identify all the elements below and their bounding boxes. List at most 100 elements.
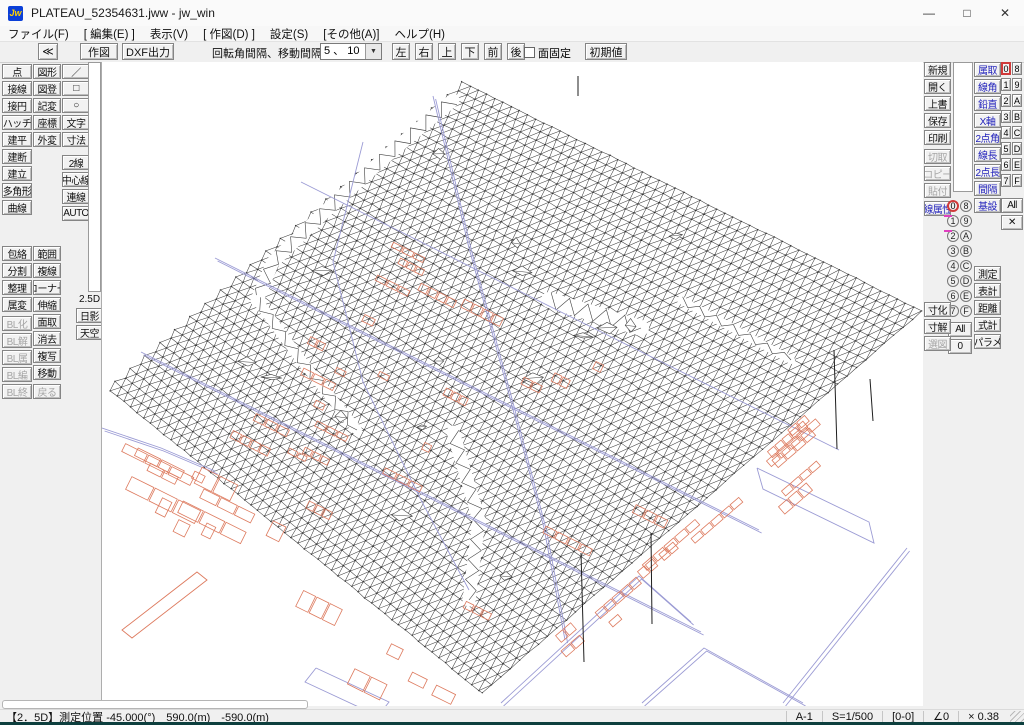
layer-button-E[interactable]: E <box>960 290 972 302</box>
layer-group-button-B[interactable]: B <box>1012 110 1022 123</box>
layer-button-3[interactable]: 3 <box>947 245 959 257</box>
command-button[interactable]: 外変 <box>33 132 61 147</box>
collapse-button[interactable]: ≪ <box>38 43 58 60</box>
command-button[interactable]: ○ <box>62 98 90 113</box>
command-button[interactable]: 連線 <box>62 189 90 204</box>
command-button[interactable]: 接円 <box>2 98 32 113</box>
measure-tool-button[interactable]: 鉛直 <box>974 96 1001 111</box>
shading-button[interactable]: 日影 <box>76 308 103 323</box>
command-button[interactable]: コーナー <box>33 280 61 295</box>
layer-group-button-3[interactable]: 3 <box>1001 110 1011 123</box>
command-button[interactable]: 伸縮 <box>33 297 61 312</box>
layer-button-0[interactable]: 0 <box>947 200 959 212</box>
command-button[interactable]: ／ <box>62 64 90 79</box>
layer-button-D[interactable]: D <box>960 275 972 287</box>
measure-tool-button[interactable]: 2点長 <box>974 164 1001 179</box>
dimension-button[interactable]: 寸解 <box>924 319 951 334</box>
layer-button-F[interactable]: F <box>960 305 972 317</box>
command-button[interactable]: 範囲 <box>33 246 61 261</box>
command-button[interactable]: 図形 <box>33 64 61 79</box>
drawing-canvas[interactable] <box>101 62 922 706</box>
file-button[interactable]: 上書 <box>924 96 951 111</box>
calc-button[interactable]: パラメ <box>974 334 1001 349</box>
dimension-button[interactable]: 寸化 <box>924 302 951 317</box>
calc-button[interactable]: 表計 <box>974 283 1001 298</box>
layer-button-5[interactable]: 5 <box>947 275 959 287</box>
layer-button-8[interactable]: 8 <box>960 200 972 212</box>
right-scroll-strip[interactable] <box>953 62 973 192</box>
layer-button-B[interactable]: B <box>960 245 972 257</box>
layer-indicator[interactable]: [0-0] <box>882 711 923 723</box>
layer-all-button[interactable]: All <box>948 322 972 337</box>
command-button[interactable]: 移動 <box>33 365 61 380</box>
file-button[interactable]: 印刷 <box>924 130 951 145</box>
layer-button-6[interactable]: 6 <box>947 290 959 302</box>
command-button[interactable]: 建立 <box>2 166 32 181</box>
layer-group-button-0[interactable]: 0 <box>1001 62 1011 75</box>
layer-group-button-A[interactable]: A <box>1012 94 1022 107</box>
layer-button-A[interactable]: A <box>960 230 972 242</box>
resize-grip[interactable] <box>1010 711 1024 723</box>
face-fix-checkbox[interactable] <box>524 47 535 58</box>
maximize-button[interactable]: □ <box>948 0 986 26</box>
command-button[interactable]: 面取 <box>33 314 61 329</box>
layer-group-button-9[interactable]: 9 <box>1012 78 1022 91</box>
left-scroll-strip[interactable] <box>88 62 101 292</box>
command-button[interactable]: 寸法 <box>62 132 90 147</box>
measure-tool-button[interactable]: 線長 <box>974 147 1001 162</box>
measure-tool-button[interactable]: 線角 <box>974 79 1001 94</box>
shading-button[interactable]: 天空 <box>76 325 103 340</box>
close-button[interactable]: ✕ <box>986 0 1024 26</box>
layer-button-C[interactable]: C <box>960 260 972 272</box>
minimize-button[interactable]: — <box>910 0 948 26</box>
initial-value-button[interactable]: 初期値 <box>585 43 627 60</box>
command-button[interactable]: 曲線 <box>2 200 32 215</box>
menu-item[interactable]: [ 編集(E) ] <box>84 26 135 42</box>
layer-group-button-5[interactable]: 5 <box>1001 142 1011 155</box>
interval-select[interactable]: 5 、 10 ▼ <box>320 43 382 60</box>
layer-group-button-E[interactable]: E <box>1012 158 1022 171</box>
layer-group-close-button[interactable]: ✕ <box>1001 215 1023 230</box>
chevron-down-icon[interactable]: ▼ <box>365 44 381 59</box>
layer-zero-button[interactable]: 0 <box>948 339 972 354</box>
command-button[interactable]: 包絡 <box>2 246 32 261</box>
measure-tool-button[interactable]: 2点角 <box>974 130 1001 145</box>
command-button[interactable]: 2線 <box>62 155 90 170</box>
layer-group-button-2[interactable]: 2 <box>1001 94 1011 107</box>
command-button[interactable]: 接線 <box>2 81 32 96</box>
layer-button-9[interactable]: 9 <box>960 215 972 227</box>
command-button[interactable]: 記変 <box>33 98 61 113</box>
file-button[interactable]: 開く <box>924 79 951 94</box>
sheet-indicator[interactable]: A-1 <box>786 711 822 723</box>
command-button[interactable]: 建断 <box>2 149 32 164</box>
layer-group-button-8[interactable]: 8 <box>1012 62 1022 75</box>
layer-group-button-F[interactable]: F <box>1012 174 1022 187</box>
scale-indicator[interactable]: S=1/500 <box>822 711 882 723</box>
layer-group-button-4[interactable]: 4 <box>1001 126 1011 139</box>
measure-tool-button[interactable]: 基設 <box>974 198 1001 213</box>
command-button[interactable]: 属変 <box>2 297 32 312</box>
view-direction-button[interactable]: 左 <box>392 43 410 60</box>
measure-tool-button[interactable]: 間隔 <box>974 181 1001 196</box>
layer-group-button-7[interactable]: 7 <box>1001 174 1011 187</box>
layer-group-all-button[interactable]: All <box>1001 198 1023 213</box>
view-direction-button[interactable]: 後 <box>507 43 525 60</box>
menu-item[interactable]: ファイル(F) <box>8 26 69 42</box>
command-button[interactable]: 座標 <box>33 115 61 130</box>
calc-button[interactable]: 距離 <box>974 300 1001 315</box>
angle-indicator[interactable]: ∠0 <box>923 711 958 723</box>
view-direction-button[interactable]: 上 <box>438 43 456 60</box>
zoom-indicator[interactable]: × 0.38 <box>958 711 1008 723</box>
file-button[interactable]: 保存 <box>924 113 951 128</box>
command-button[interactable]: 消去 <box>33 331 61 346</box>
command-button[interactable]: AUTO <box>62 206 90 221</box>
menu-item[interactable]: 表示(V) <box>150 26 188 42</box>
command-button[interactable]: 建平 <box>2 132 32 147</box>
measure-tool-button[interactable]: X軸 <box>974 113 1001 128</box>
command-button[interactable]: 整理 <box>2 280 32 295</box>
command-button[interactable]: 多角形 <box>2 183 32 198</box>
layer-group-button-D[interactable]: D <box>1012 142 1022 155</box>
command-button[interactable]: ハッチ <box>2 115 32 130</box>
command-button[interactable]: 複写 <box>33 348 61 363</box>
layer-button-4[interactable]: 4 <box>947 260 959 272</box>
